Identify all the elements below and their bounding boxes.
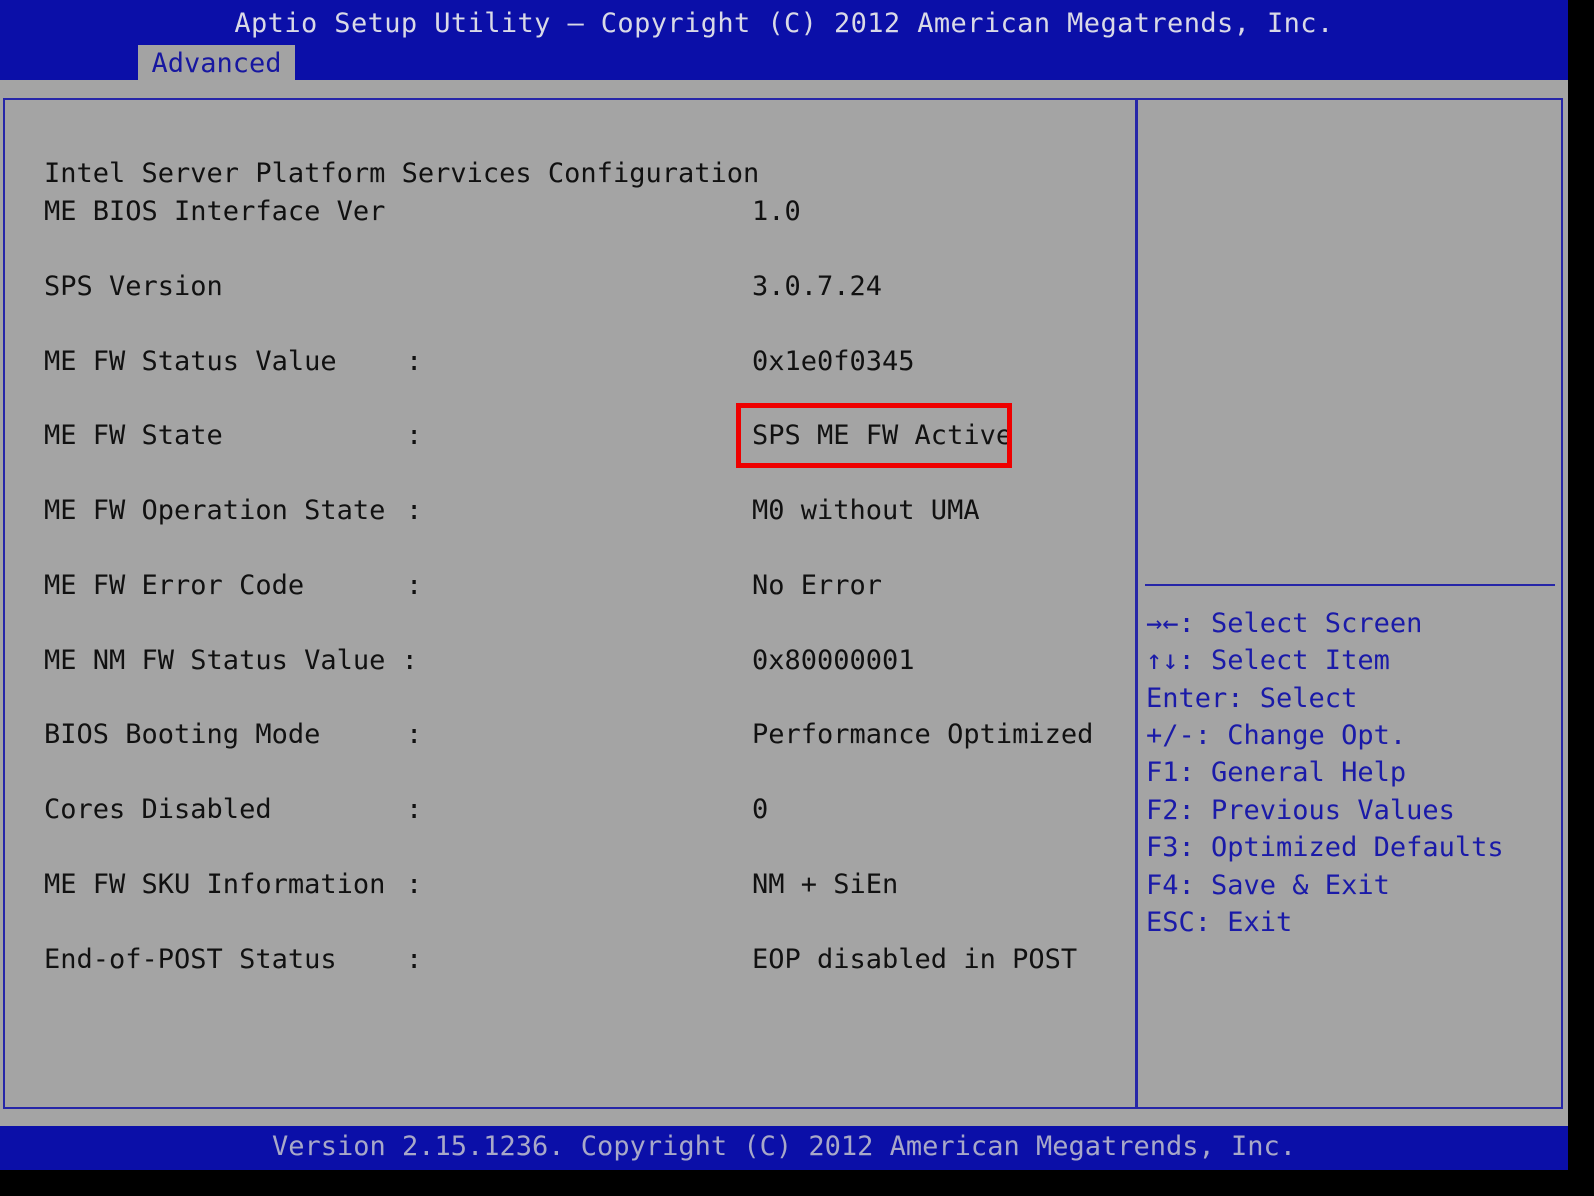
setting-label: ME FW State bbox=[44, 420, 223, 451]
setting-value: M0 without UMA bbox=[752, 495, 980, 526]
help-change-opt: +/-: Change Opt. bbox=[1146, 720, 1407, 751]
setting-label: SPS Version bbox=[44, 271, 223, 302]
help-optimized-defaults: F3: Optimized Defaults bbox=[1146, 832, 1504, 863]
setting-row-sps-version: SPS Version 3.0.7.24 bbox=[0, 271, 1130, 311]
setting-label: ME FW SKU Information bbox=[44, 869, 386, 900]
setting-label: ME FW Operation State bbox=[44, 495, 386, 526]
help-select-screen: →←: Select Screen bbox=[1146, 608, 1423, 639]
setting-label: End-of-POST Status bbox=[44, 944, 337, 975]
setting-label: ME NM FW Status Value : bbox=[44, 645, 418, 676]
setting-label: Cores Disabled bbox=[44, 794, 272, 825]
help-enter-select: Enter: Select bbox=[1146, 683, 1358, 714]
setting-colon: : bbox=[406, 420, 423, 451]
help-esc-exit: ESC: Exit bbox=[1146, 907, 1293, 938]
setting-value: 3.0.7.24 bbox=[752, 271, 883, 302]
setting-row-me-nm-fw-status-value: ME NM FW Status Value : 0x80000001 bbox=[0, 645, 1130, 685]
setting-label: ME FW Error Code bbox=[44, 570, 305, 601]
section-title: Intel Server Platform Services Configura… bbox=[44, 158, 760, 189]
help-general-help: F1: General Help bbox=[1146, 757, 1407, 788]
setting-row-me-fw-error-code: ME FW Error Code : No Error bbox=[0, 570, 1130, 610]
highlight-box bbox=[736, 403, 1012, 468]
setting-row-bios-booting-mode: BIOS Booting Mode : Performance Optimize… bbox=[0, 719, 1130, 759]
tab-advanced[interactable]: Advanced bbox=[138, 45, 295, 80]
setting-colon: : bbox=[406, 570, 423, 601]
main-panel: Intel Server Platform Services Configura… bbox=[0, 80, 1568, 1126]
setting-row-end-of-post-status: End-of-POST Status : EOP disabled in POS… bbox=[0, 944, 1130, 984]
setting-row-me-bios-interface-ver: ME BIOS Interface Ver 1.0 bbox=[0, 196, 1130, 236]
setting-value: Performance Optimized bbox=[752, 719, 1094, 750]
bios-footer: Version 2.15.1236. Copyright (C) 2012 Am… bbox=[0, 1126, 1568, 1170]
help-divider bbox=[1145, 584, 1555, 586]
setting-label: ME BIOS Interface Ver bbox=[44, 196, 386, 227]
setting-value: No Error bbox=[752, 570, 883, 601]
setting-value: 0 bbox=[752, 794, 769, 825]
setting-row-cores-disabled: Cores Disabled : 0 bbox=[0, 794, 1130, 834]
setting-value: 1.0 bbox=[752, 196, 801, 227]
setting-colon: : bbox=[406, 794, 423, 825]
help-save-exit: F4: Save & Exit bbox=[1146, 870, 1390, 901]
setting-colon: : bbox=[406, 719, 423, 750]
setting-row-me-fw-sku-information: ME FW SKU Information : NM + SiEn bbox=[0, 869, 1130, 909]
setting-value: EOP disabled in POST bbox=[752, 944, 1078, 975]
setting-row-me-fw-status-value: ME FW Status Value : 0x1e0f0345 bbox=[0, 346, 1130, 386]
setting-colon: : bbox=[406, 346, 423, 377]
setting-label: ME FW Status Value bbox=[44, 346, 337, 377]
setting-label: BIOS Booting Mode bbox=[44, 719, 321, 750]
help-select-item: ↑↓: Select Item bbox=[1146, 645, 1390, 676]
panel-divider-vertical bbox=[1135, 98, 1138, 1109]
setting-colon: : bbox=[406, 495, 423, 526]
setting-value: 0x1e0f0345 bbox=[752, 346, 915, 377]
setting-colon: : bbox=[406, 944, 423, 975]
version-text: Version 2.15.1236. Copyright (C) 2012 Am… bbox=[271, 1131, 1297, 1162]
setting-colon: : bbox=[406, 869, 423, 900]
bios-header: Aptio Setup Utility – Copyright (C) 2012… bbox=[0, 0, 1568, 80]
help-previous-values: F2: Previous Values bbox=[1146, 795, 1455, 826]
setting-row-me-fw-operation-state: ME FW Operation State : M0 without UMA bbox=[0, 495, 1130, 535]
setting-value: NM + SiEn bbox=[752, 869, 899, 900]
setting-value: 0x80000001 bbox=[752, 645, 915, 676]
bios-title: Aptio Setup Utility – Copyright (C) 2012… bbox=[234, 8, 1334, 39]
